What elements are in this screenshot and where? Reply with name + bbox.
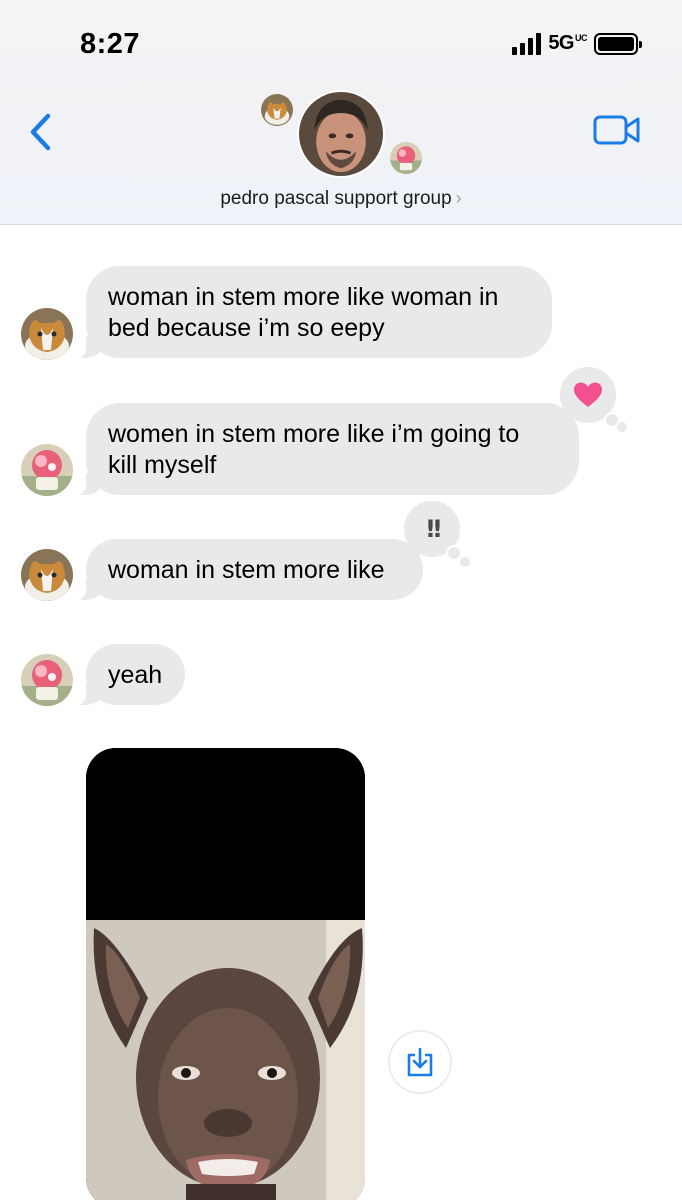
sender-avatar-cat xyxy=(21,549,73,601)
sender-avatar-cat xyxy=(21,308,73,360)
status-time: 8:27 xyxy=(80,28,141,60)
sender-avatar-pink xyxy=(21,444,73,496)
reaction-tail xyxy=(460,557,470,567)
status-indicators: 5GUC xyxy=(512,32,642,55)
chevron-right-icon: › xyxy=(455,188,462,208)
image-attachment[interactable] xyxy=(86,748,365,1200)
message-bubble[interactable]: woman in stem more like xyxy=(72,539,423,601)
sender-avatar-pink xyxy=(21,654,73,706)
group-member-avatar-cat xyxy=(261,94,293,126)
group-name[interactable]: pedro pascal support group › xyxy=(0,188,682,210)
double-exclamation-icon: !! xyxy=(425,515,443,543)
network-indicator: 5GUC xyxy=(548,32,587,54)
group-avatar-pedro[interactable] xyxy=(297,90,385,178)
heart-icon xyxy=(574,382,602,407)
download-icon xyxy=(407,1047,433,1077)
video-camera-icon xyxy=(593,115,640,145)
reaction-tail xyxy=(446,545,462,561)
video-call-button[interactable] xyxy=(592,112,642,148)
message-bubble[interactable]: women in stem more like i’m going to kil… xyxy=(72,403,579,496)
battery-icon xyxy=(594,32,642,55)
message-bubble[interactable]: woman in stem more like woman in bed bec… xyxy=(72,266,552,359)
save-image-button[interactable] xyxy=(388,1030,452,1094)
conversation-header: 8:27 5GUC pedro pascal support group › xyxy=(0,0,682,225)
chevron-left-icon xyxy=(30,113,51,151)
message-bubble[interactable]: yeah xyxy=(72,644,185,706)
signal-icon xyxy=(512,32,542,55)
back-button[interactable] xyxy=(24,110,60,154)
reaction-tail xyxy=(617,422,627,432)
group-member-avatar-pink xyxy=(390,142,422,174)
